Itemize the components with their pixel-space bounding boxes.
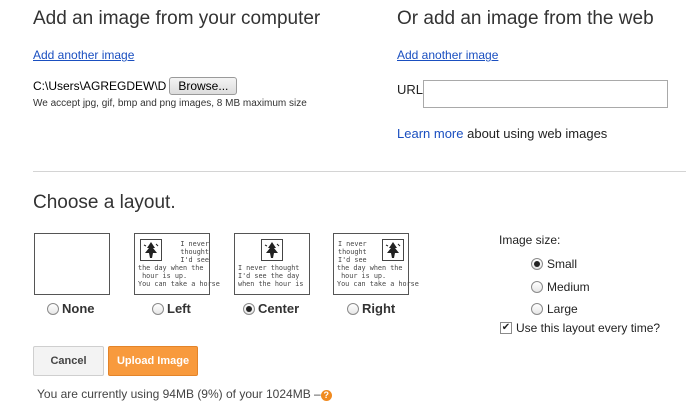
file-input[interactable]: C:\Users\AGREGDEW\D Browse... — [33, 77, 238, 95]
learn-more-row: Learn more about using web images — [397, 126, 607, 141]
tree-image-icon — [140, 239, 162, 261]
radio-center[interactable] — [243, 302, 255, 315]
image-size-label: Image size: — [499, 233, 561, 247]
layout-sample-text: I never thought I'd see — [180, 240, 209, 264]
help-icon[interactable]: ? — [320, 390, 332, 401]
usage-dash: – — [314, 387, 321, 401]
web-heading: Or add an image from the web — [397, 8, 654, 29]
cancel-button[interactable]: Cancel — [33, 346, 104, 376]
layout-sample-text: the day when the hour is up. You can tak… — [337, 264, 419, 288]
add-another-image-link[interactable]: Add another image — [33, 48, 134, 62]
use-layout-always[interactable]: ✔ Use this layout every time? — [500, 319, 660, 337]
layout-sample-text: the day when the hour is up. You can tak… — [138, 264, 220, 288]
accepted-formats-note: We accept jpg, gif, bmp and png images, … — [33, 98, 307, 109]
layout-option-left[interactable]: Left — [152, 300, 191, 318]
radio-none[interactable] — [47, 302, 59, 315]
layout-thumb-left[interactable]: I never thought I'd see the day when the… — [134, 233, 220, 295]
layout-thumb-center[interactable]: I never thought I'd see the day when the… — [234, 233, 310, 295]
add-another-web-image-link[interactable]: Add another image — [397, 48, 498, 62]
storage-usage: You are currently using 94MB (9%) of you… — [37, 387, 332, 401]
size-option-large[interactable]: Large — [531, 300, 578, 318]
storage-usage-text: You are currently using 94MB (9%) of you… — [37, 387, 311, 401]
layout-sample-text: I never thought I'd see — [338, 240, 367, 264]
file-path-text: C:\Users\AGREGDEW\D — [33, 79, 167, 93]
layout-heading: Choose a layout. — [33, 192, 176, 213]
upload-image-button[interactable]: Upload Image — [108, 346, 198, 376]
url-input[interactable] — [423, 80, 668, 108]
layout-option-right[interactable]: Right — [347, 300, 395, 318]
radio-left[interactable] — [152, 302, 164, 315]
learn-more-text: about using web images — [467, 126, 608, 141]
radio-large[interactable] — [531, 302, 543, 315]
computer-heading: Add an image from your computer — [33, 8, 321, 29]
layout-thumb-none[interactable] — [34, 233, 110, 295]
layout-sample-text: I never thought I'd see the day when the… — [238, 264, 304, 288]
use-layout-checkbox[interactable]: ✔ — [500, 321, 512, 334]
radio-medium[interactable] — [531, 280, 543, 293]
section-divider — [33, 171, 686, 172]
size-option-small[interactable]: Small — [531, 255, 577, 273]
tree-image-icon — [261, 239, 283, 261]
url-label: URL — [397, 82, 424, 97]
learn-more-link[interactable]: Learn more — [397, 126, 463, 141]
layout-option-none[interactable]: None — [47, 300, 95, 318]
size-option-medium[interactable]: Medium — [531, 278, 590, 296]
radio-right[interactable] — [347, 302, 359, 315]
tree-image-icon — [382, 239, 404, 261]
layout-option-center[interactable]: Center — [243, 300, 299, 318]
browse-button[interactable]: Browse... — [169, 77, 238, 95]
radio-small[interactable] — [531, 257, 543, 270]
layout-thumb-right[interactable]: I never thought I'd see the day when the… — [333, 233, 419, 295]
